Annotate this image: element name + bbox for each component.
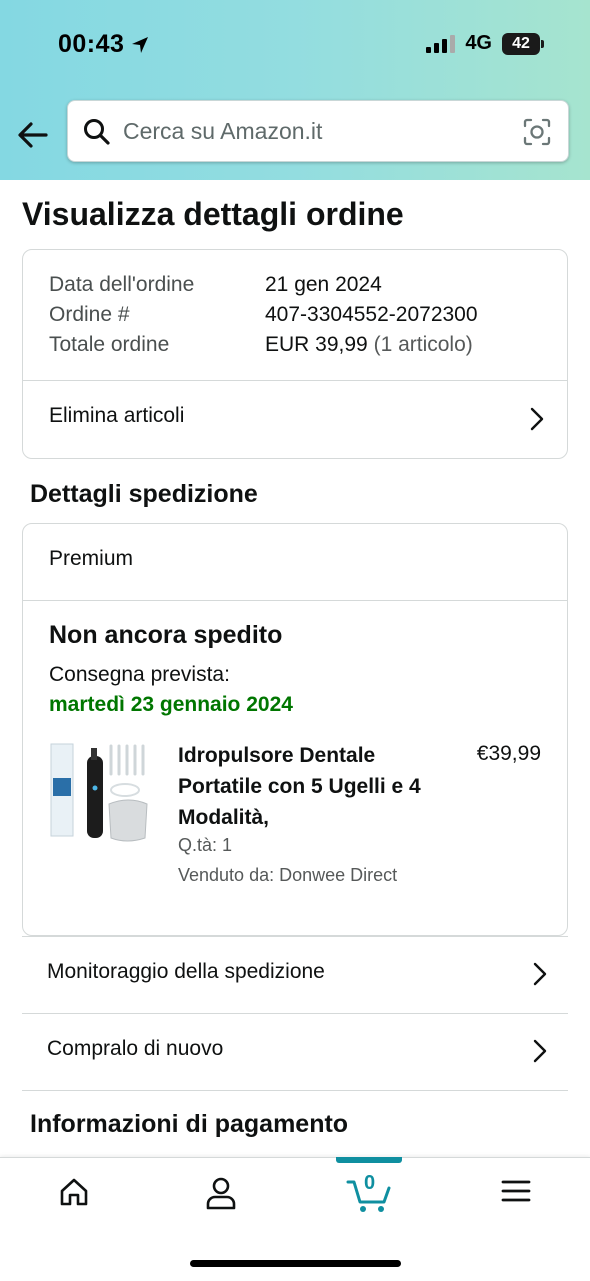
nav-menu[interactable] bbox=[486, 1176, 546, 1216]
shipment-status: Non ancora spedito bbox=[49, 621, 283, 649]
order-summary-card: Data dell'ordine 21 gen 2024 Ordine # 40… bbox=[22, 249, 568, 459]
payment-section-title: Informazioni di pagamento bbox=[30, 1110, 349, 1138]
search-bar[interactable] bbox=[67, 100, 569, 162]
battery-level: 42 bbox=[512, 34, 530, 52]
order-total-label: Totale ordine bbox=[49, 333, 170, 356]
shipping-type: Premium bbox=[49, 547, 134, 570]
signal-icon bbox=[426, 34, 456, 53]
bottom-navigation: 0 bbox=[0, 1157, 590, 1281]
product-quantity: Q.tà: 1 bbox=[178, 835, 233, 855]
status-time: 00:43 bbox=[58, 30, 150, 59]
product-price: €39,99 bbox=[476, 742, 541, 765]
buy-again-row[interactable]: Compralo di nuovo bbox=[22, 1013, 568, 1090]
shipping-section-title: Dettagli spedizione bbox=[30, 480, 258, 508]
location-arrow-icon bbox=[132, 36, 149, 53]
back-arrow-icon[interactable] bbox=[16, 118, 50, 152]
page-title: Visualizza dettagli ordine bbox=[22, 196, 404, 232]
track-shipment-row[interactable]: Monitoraggio della spedizione bbox=[22, 936, 568, 1013]
chevron-right-icon bbox=[530, 407, 544, 431]
active-tab-indicator bbox=[336, 1157, 402, 1163]
product-title[interactable]: Idropulsore Dentale Portatile con 5 Ugel… bbox=[178, 740, 428, 833]
buy-again-label: Compralo di nuovo bbox=[47, 1037, 224, 1060]
delivery-label: Consegna prevista: bbox=[49, 663, 230, 686]
status-time-text: 00:43 bbox=[58, 30, 125, 58]
order-date-label: Data dell'ordine bbox=[49, 273, 195, 296]
search-input[interactable] bbox=[123, 111, 503, 151]
order-date-row: Data dell'ordine 21 gen 2024 bbox=[49, 273, 382, 297]
track-shipment-label: Monitoraggio della spedizione bbox=[47, 960, 325, 983]
menu-icon bbox=[501, 1180, 531, 1202]
home-icon bbox=[60, 1178, 88, 1206]
camera-scan-icon[interactable] bbox=[522, 117, 552, 147]
shipment-card: Premium Non ancora spedito Consegna prev… bbox=[22, 523, 568, 936]
chevron-right-icon bbox=[533, 1039, 547, 1063]
divider bbox=[23, 600, 567, 601]
order-total-row: Totale ordine EUR 39,99 (1 articolo) bbox=[49, 333, 473, 357]
battery-icon: 42 bbox=[502, 32, 544, 55]
nav-home[interactable] bbox=[44, 1176, 104, 1216]
delete-items-label: Elimina articoli bbox=[49, 404, 185, 427]
divider bbox=[22, 1090, 568, 1091]
order-number-value: 407-3304552-2072300 bbox=[265, 303, 478, 326]
delete-items-row[interactable]: Elimina articoli bbox=[23, 381, 567, 458]
search-icon bbox=[84, 119, 110, 145]
order-total-amount: EUR 39,99 bbox=[265, 333, 368, 356]
home-indicator bbox=[190, 1260, 401, 1267]
chevron-right-icon bbox=[533, 962, 547, 986]
cart-count-badge: 0 bbox=[364, 1172, 376, 1194]
order-total-value: EUR 39,99 (1 articolo) bbox=[265, 333, 473, 357]
product-seller: Venduto da: Donwee Direct bbox=[178, 865, 398, 885]
order-date-value: 21 gen 2024 bbox=[265, 273, 382, 296]
status-indicators: 4G 42 bbox=[426, 32, 544, 55]
app-header: 00:43 4G 42 bbox=[0, 0, 590, 180]
nav-account[interactable] bbox=[191, 1176, 251, 1216]
order-number-label: Ordine # bbox=[49, 303, 130, 326]
delivery-date: martedì 23 gennaio 2024 bbox=[49, 693, 293, 716]
product-image[interactable] bbox=[47, 738, 151, 848]
order-item-count: (1 articolo) bbox=[373, 333, 473, 356]
person-icon bbox=[206, 1177, 236, 1210]
network-type: 4G bbox=[465, 32, 492, 54]
order-number-row: Ordine # 407-3304552-2072300 bbox=[49, 303, 478, 327]
